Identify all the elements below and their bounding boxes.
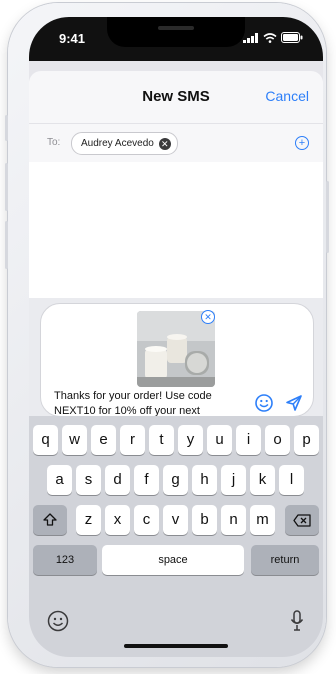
- phone-frame: 9:41 New SMS Cancel To: Audrey Acevedo ✕…: [5, 3, 329, 667]
- home-indicator[interactable]: [124, 644, 228, 648]
- return-key[interactable]: return: [251, 545, 319, 575]
- backspace-icon: [293, 514, 311, 527]
- status-bar: 9:41: [29, 17, 323, 61]
- key-u[interactable]: u: [207, 425, 232, 455]
- attachment-remove-icon[interactable]: ✕: [201, 310, 215, 324]
- recipient-row[interactable]: To: Audrey Acevedo ✕ +: [29, 123, 323, 163]
- key-t[interactable]: t: [149, 425, 174, 455]
- compose-header: New SMS Cancel: [29, 71, 323, 123]
- key-a[interactable]: a: [47, 465, 72, 495]
- chip-remove-icon[interactable]: ✕: [158, 137, 171, 150]
- mute-switch: [5, 115, 8, 141]
- key-l[interactable]: l: [279, 465, 304, 495]
- key-y[interactable]: y: [178, 425, 203, 455]
- key-j[interactable]: j: [221, 465, 246, 495]
- status-time: 9:41: [59, 31, 86, 46]
- emoji-icon[interactable]: [255, 394, 273, 412]
- status-icons: [243, 32, 303, 43]
- volume-up-button: [5, 163, 8, 211]
- key-n[interactable]: n: [221, 505, 246, 535]
- numbers-key[interactable]: 123: [33, 545, 97, 575]
- add-contact-icon[interactable]: +: [295, 136, 309, 150]
- volume-down-button: [5, 221, 8, 269]
- key-k[interactable]: k: [250, 465, 275, 495]
- keyboard-emoji-icon[interactable]: [47, 610, 69, 632]
- key-m[interactable]: m: [250, 505, 275, 535]
- shift-icon: [43, 513, 57, 526]
- recipient-chip[interactable]: Audrey Acevedo ✕: [71, 132, 178, 155]
- to-label: To:: [47, 137, 61, 148]
- key-s[interactable]: s: [76, 465, 101, 495]
- message-history-area: [29, 162, 323, 298]
- key-r[interactable]: r: [120, 425, 145, 455]
- key-z[interactable]: z: [76, 505, 101, 535]
- microphone-icon[interactable]: [290, 610, 304, 632]
- key-d[interactable]: d: [105, 465, 130, 495]
- shift-key[interactable]: [33, 505, 67, 535]
- recipient-name: Audrey Acevedo: [81, 138, 154, 149]
- keyboard: q w e r t y u i o p a s d f g h j k l z …: [29, 416, 323, 657]
- compose-box[interactable]: ✕ Thanks for your order! Use code NEXT10…: [40, 303, 314, 417]
- message-line-1: Thanks for your order! Use code: [54, 390, 212, 402]
- screen: 9:41 New SMS Cancel To: Audrey Acevedo ✕…: [29, 17, 323, 657]
- wifi-icon: [263, 32, 277, 43]
- space-key[interactable]: space: [102, 545, 244, 575]
- key-f[interactable]: f: [134, 465, 159, 495]
- message-text[interactable]: Thanks for your order! Use code NEXT10 f…: [54, 389, 262, 416]
- key-i[interactable]: i: [236, 425, 261, 455]
- key-q[interactable]: q: [33, 425, 58, 455]
- backspace-key[interactable]: [285, 505, 319, 535]
- key-c[interactable]: c: [134, 505, 159, 535]
- signal-icon: [243, 32, 258, 43]
- key-e[interactable]: e: [91, 425, 116, 455]
- notch: [107, 17, 245, 47]
- cancel-button[interactable]: Cancel: [265, 88, 309, 104]
- key-b[interactable]: b: [192, 505, 217, 535]
- key-o[interactable]: o: [265, 425, 290, 455]
- key-p[interactable]: p: [294, 425, 319, 455]
- key-g[interactable]: g: [163, 465, 188, 495]
- key-v[interactable]: v: [163, 505, 188, 535]
- power-button: [326, 181, 329, 253]
- key-w[interactable]: w: [62, 425, 87, 455]
- speaker-grille: [158, 26, 194, 30]
- key-h[interactable]: h: [192, 465, 217, 495]
- send-icon[interactable]: [285, 394, 303, 412]
- key-x[interactable]: x: [105, 505, 130, 535]
- battery-icon: [281, 32, 303, 43]
